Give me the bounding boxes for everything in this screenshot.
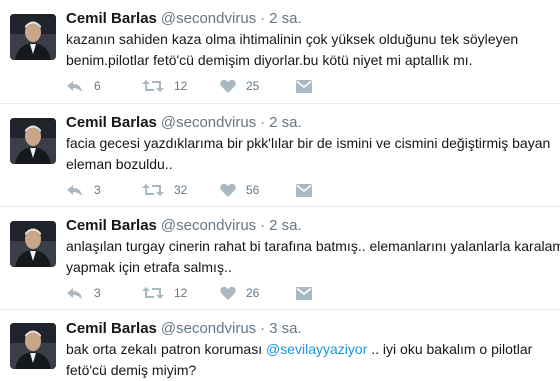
like-count: 25	[246, 79, 260, 93]
timestamp[interactable]: 2 sa.	[269, 217, 302, 234]
retweet-count: 32	[174, 183, 188, 197]
reply-icon	[66, 183, 84, 197]
direct-message-button[interactable]	[296, 180, 312, 200]
heart-icon	[220, 79, 236, 93]
tweet[interactable]: Cemil Barlas @secondvirus · 2 sa. anlaşılan…	[0, 207, 560, 310]
tweet[interactable]: Cemil Barlas @secondvirus · 2 sa. facia gec…	[0, 104, 560, 207]
direct-message-button[interactable]	[296, 283, 312, 303]
avatar[interactable]	[10, 14, 56, 60]
separator: ·	[260, 114, 266, 131]
author-handle[interactable]: @secondvirus	[161, 217, 256, 234]
retweet-icon	[142, 286, 164, 300]
author-handle[interactable]: @secondvirus	[161, 320, 256, 337]
like-count: 26	[246, 286, 260, 300]
retweet-button[interactable]: 32	[142, 180, 187, 200]
tweet[interactable]: Cemil Barlas @secondvirus · 3 sa. bak orta …	[0, 310, 560, 380]
retweet-icon	[142, 183, 164, 197]
separator: ·	[260, 217, 266, 234]
retweet-button[interactable]: 12	[142, 283, 187, 303]
reply-button[interactable]: 3	[66, 283, 101, 303]
retweet-count: 12	[174, 79, 188, 93]
tweet-text-line: bak orta zekalı patron koruması @sevilay…	[66, 339, 550, 360]
tweet-text-line: benim.pilotlar fetö'cü demişim diyorlar.…	[66, 52, 473, 68]
tweet-text: facia gecesi yazdıklarıma bir pkk'lılar …	[66, 133, 550, 175]
retweet-icon	[142, 79, 164, 93]
timestamp[interactable]: 2 sa.	[269, 10, 302, 27]
tweet-text: kazanın sahiden kaza olma ihtimalinin ço…	[66, 29, 550, 71]
timestamp[interactable]: 3 sa.	[269, 320, 302, 337]
tweet-header: Cemil Barlas @secondvirus · 2 sa.	[66, 113, 302, 133]
like-button[interactable]: 25	[220, 76, 259, 96]
reply-icon	[66, 79, 84, 93]
envelope-icon	[296, 286, 312, 300]
tweet-text-segment: bak orta zekalı patron koruması	[66, 341, 266, 357]
tweet-text-line: facia gecesi yazdıklarıma bir pkk'lılar …	[66, 135, 551, 151]
tweet-text-segment: .. iyi oku bakalım o pilotlar	[367, 341, 533, 357]
reply-icon	[66, 286, 84, 300]
avatar[interactable]	[10, 323, 56, 369]
author-name[interactable]: Cemil Barlas	[66, 114, 157, 131]
tweet-text: bak orta zekalı patron koruması @sevilay…	[66, 339, 550, 381]
reply-count: 3	[94, 183, 101, 197]
author-name[interactable]: Cemil Barlas	[66, 320, 157, 337]
reply-count: 6	[94, 79, 101, 93]
author-name[interactable]: Cemil Barlas	[66, 217, 157, 234]
envelope-icon	[296, 183, 312, 197]
reply-button[interactable]: 3	[66, 180, 101, 200]
tweet-timeline: Cemil Barlas @secondvirus · 2 sa. kazanın s…	[0, 0, 560, 380]
tweet-text-line: kazanın sahiden kaza olma ihtimalinin ço…	[66, 31, 519, 47]
avatar[interactable]	[10, 221, 56, 267]
like-button[interactable]: 56	[220, 180, 259, 200]
tweet-header: Cemil Barlas @secondvirus · 2 sa.	[66, 9, 302, 29]
tweet-text-line: eleman bozuldu..	[66, 156, 173, 172]
envelope-icon	[296, 79, 312, 93]
mention-link[interactable]: @sevilayyaziyor	[266, 341, 367, 357]
separator: ·	[260, 320, 266, 337]
tweet-text-line: fetö'cü demiş miyim?	[66, 362, 197, 378]
retweet-count: 12	[174, 286, 188, 300]
reply-button[interactable]: 6	[66, 76, 101, 96]
reply-count: 3	[94, 286, 101, 300]
author-handle[interactable]: @secondvirus	[161, 114, 256, 131]
tweet-text-line: anlaşılan turgay cinerin rahat bi tarafı…	[66, 238, 560, 254]
like-count: 56	[246, 183, 260, 197]
heart-icon	[220, 183, 236, 197]
author-handle[interactable]: @secondvirus	[161, 10, 256, 27]
author-name[interactable]: Cemil Barlas	[66, 10, 157, 27]
like-button[interactable]: 26	[220, 283, 259, 303]
separator: ·	[260, 10, 266, 27]
direct-message-button[interactable]	[296, 76, 312, 96]
tweet-header: Cemil Barlas @secondvirus · 2 sa.	[66, 216, 302, 236]
tweet[interactable]: Cemil Barlas @secondvirus · 2 sa. kazanın s…	[0, 0, 560, 104]
heart-icon	[220, 286, 236, 300]
avatar[interactable]	[10, 118, 56, 164]
tweet-text: anlaşılan turgay cinerin rahat bi tarafı…	[66, 236, 560, 278]
retweet-button[interactable]: 12	[142, 76, 187, 96]
timestamp[interactable]: 2 sa.	[269, 114, 302, 131]
tweet-text-line: yapmak için etrafa salmış..	[66, 259, 232, 275]
tweet-header: Cemil Barlas @secondvirus · 3 sa.	[66, 319, 302, 339]
